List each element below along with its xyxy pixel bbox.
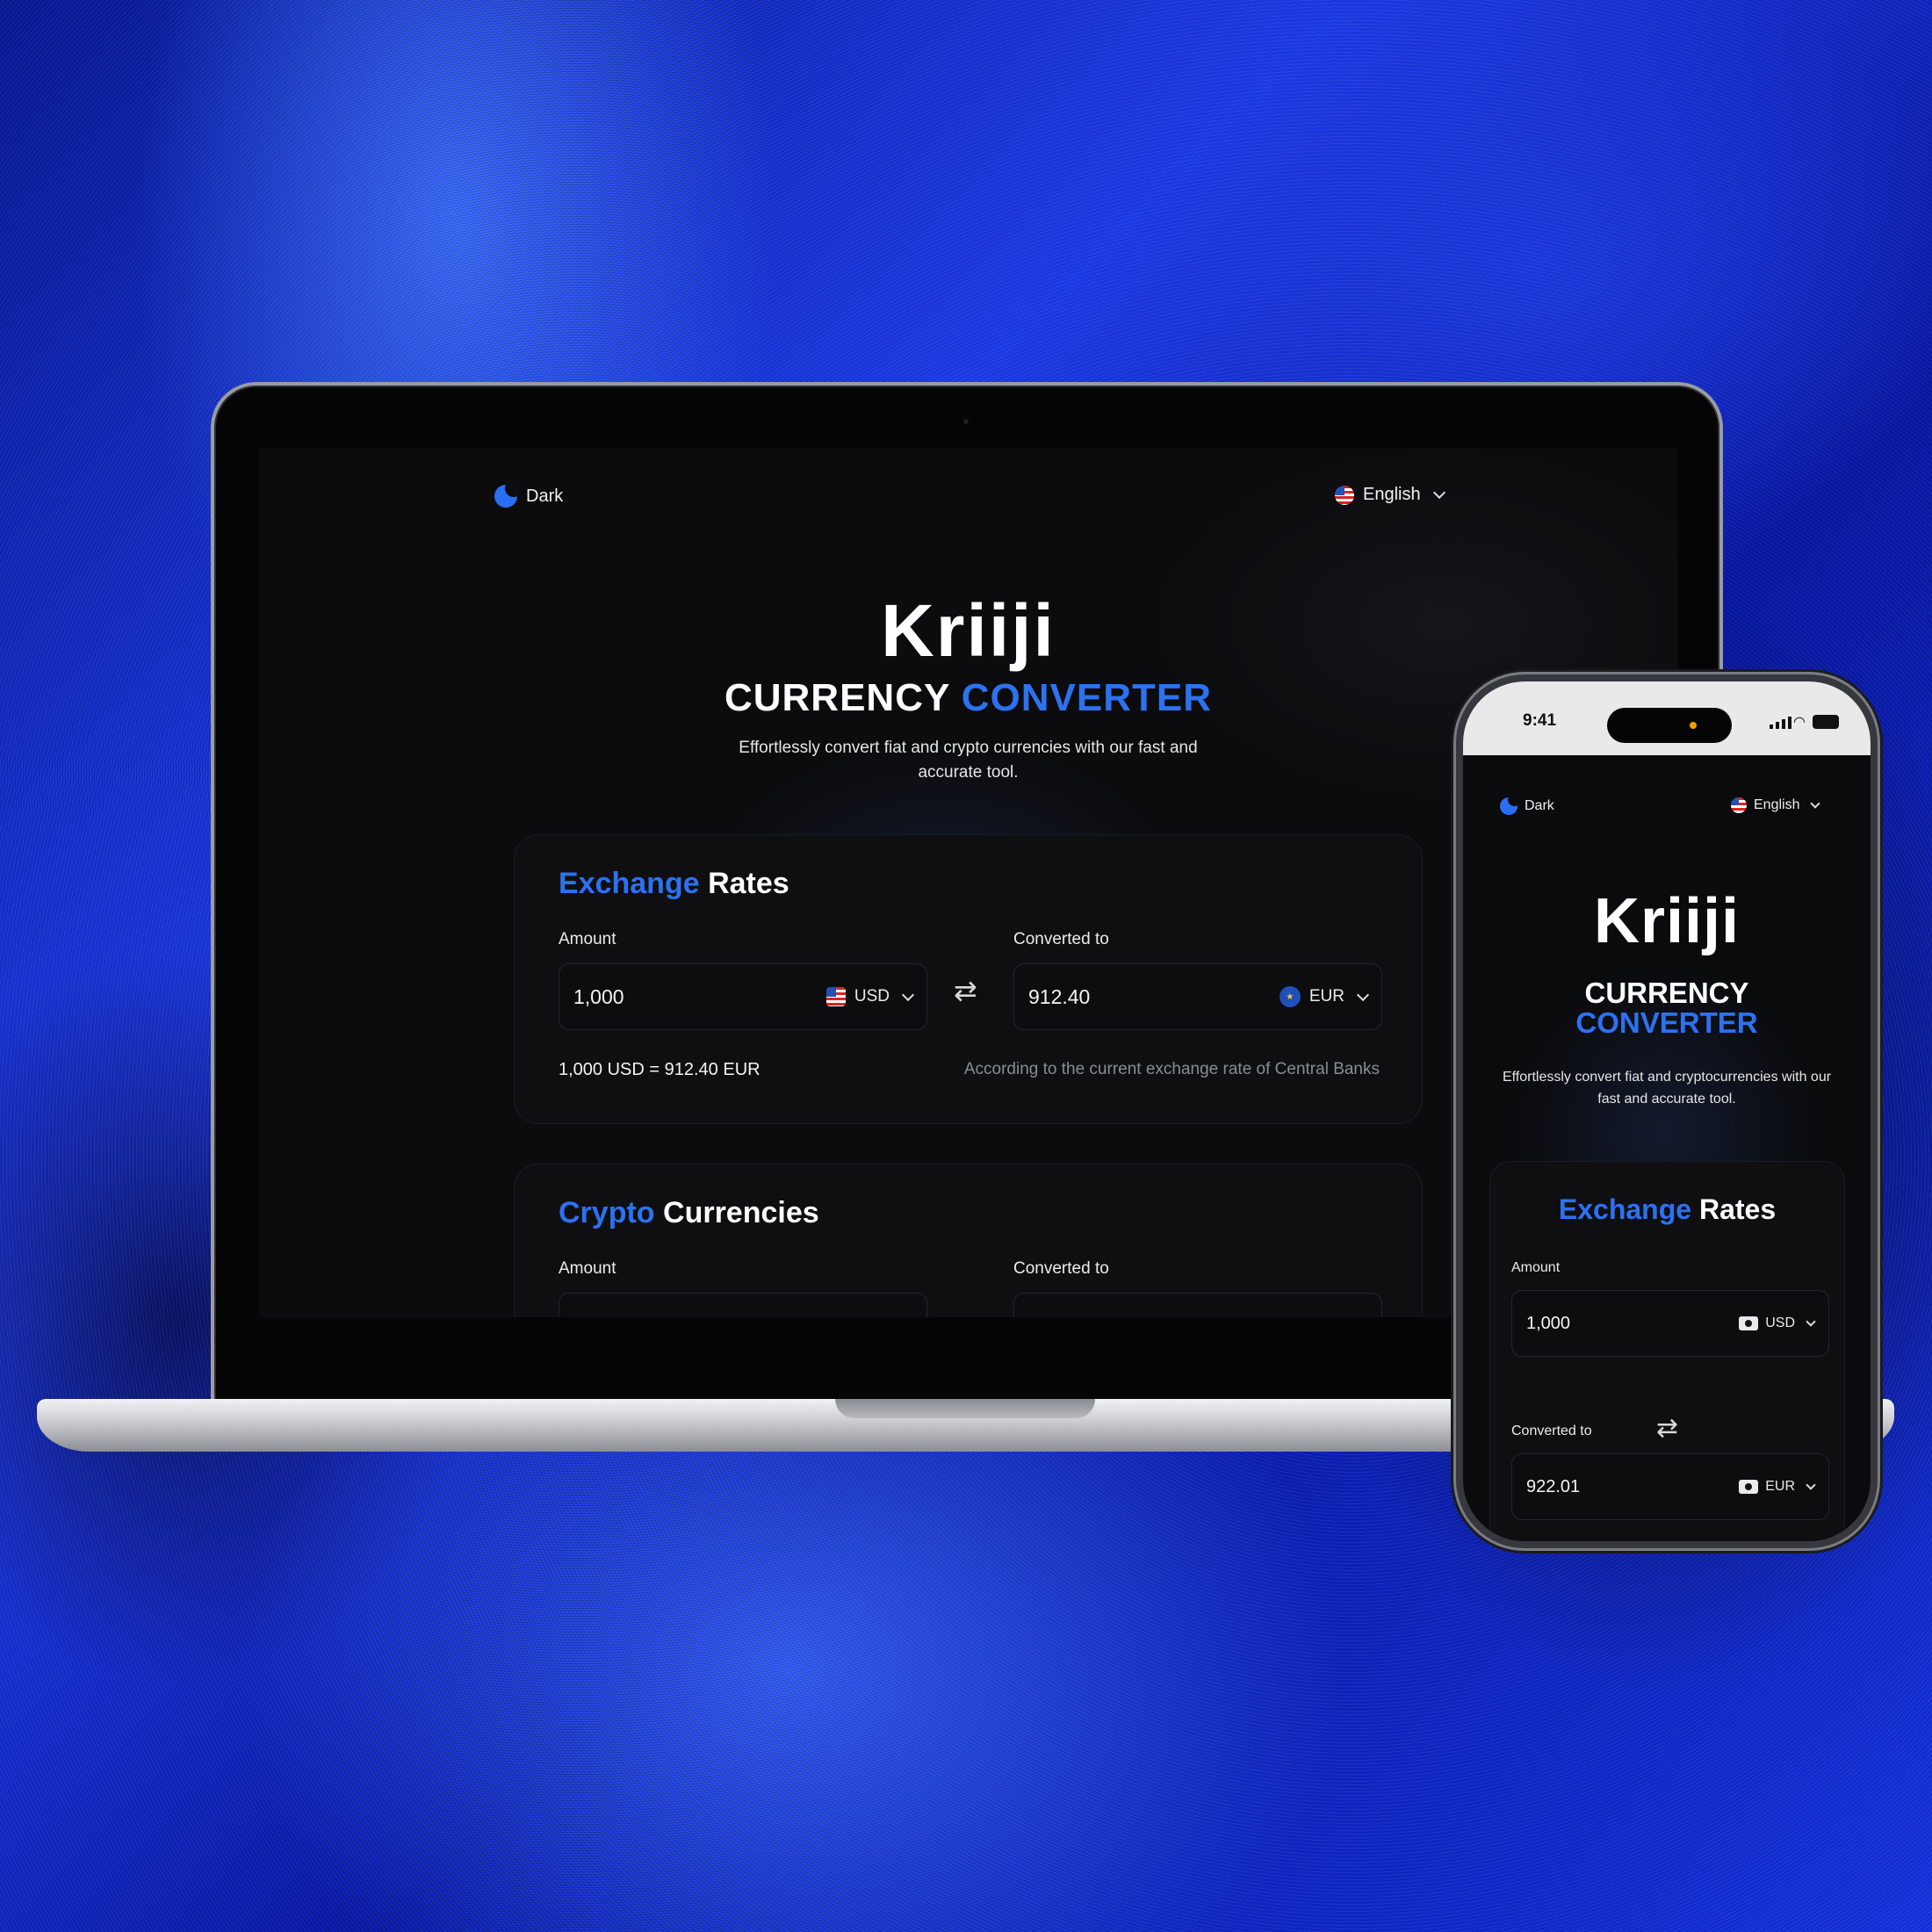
phone-exchange-card: Exchange Rates Amount 1,000 USD ⇄ Conver… — [1489, 1161, 1845, 1541]
rate-note: According to the current exchange rate o… — [963, 1060, 1380, 1078]
camera-indicator — [1690, 722, 1697, 729]
battery-icon — [1813, 715, 1839, 729]
amount-currency-code: USD — [854, 987, 890, 1006]
crypto-card-title: Crypto Currencies — [559, 1196, 819, 1230]
converted-input[interactable]: 912.40 ★ EUR — [1013, 963, 1382, 1030]
status-time: 9:41 — [1523, 711, 1557, 730]
wifi-icon: ◠ — [1793, 715, 1806, 730]
phone-headline-line1: CURRENCY — [1584, 977, 1749, 1009]
phone-amount-currency-select[interactable]: USD — [1739, 1316, 1816, 1331]
laptop-notch — [835, 1399, 1095, 1418]
exchange-card-title: Exchange Rates — [559, 867, 789, 901]
phone-converted-label: Converted to — [1511, 1424, 1592, 1438]
phone-title-rest: Rates — [1698, 1193, 1777, 1225]
phone-converted-value: 922.01 — [1526, 1476, 1581, 1496]
converted-value: 912.40 — [1028, 984, 1091, 1008]
us-flag-icon — [825, 987, 846, 1006]
moon-icon — [1500, 797, 1517, 815]
phone-amount-currency: USD — [1765, 1316, 1795, 1330]
phone-amount-input[interactable]: 1,000 USD — [1511, 1290, 1829, 1357]
phone-converted-currency: EUR — [1765, 1479, 1795, 1494]
signal-icon — [1770, 717, 1791, 729]
phone-converted-currency-select[interactable]: EUR — [1739, 1479, 1816, 1495]
eu-flag-icon: ★ — [1279, 986, 1301, 1007]
cash-icon — [1739, 1316, 1759, 1330]
phone-theme-toggle[interactable]: Dark — [1500, 797, 1554, 815]
phone-amount-value: 1,000 — [1526, 1313, 1571, 1333]
phone-subtitle: Effortlessly convert fiat and cryptocurr… — [1502, 1070, 1832, 1107]
amount-input[interactable]: 1,000 USD — [559, 963, 927, 1030]
cash-icon — [1739, 1480, 1759, 1494]
chevron-down-icon — [1806, 1316, 1816, 1327]
us-flag-icon — [1731, 797, 1747, 813]
converted-label: Converted to — [1013, 930, 1109, 948]
chevron-down-icon — [901, 988, 915, 1001]
converted-currency-code: EUR — [1308, 987, 1344, 1006]
theme-toggle[interactable]: Dark — [494, 485, 563, 508]
converted-currency-select[interactable]: ★ EUR — [1279, 986, 1370, 1007]
crypto-amount-input[interactable] — [559, 1293, 927, 1317]
headline-part1: CURRENCY — [724, 676, 950, 719]
swap-arrows-icon[interactable]: ⇄ — [954, 974, 977, 1007]
theme-label: Dark — [526, 486, 564, 506]
chevron-down-icon — [1356, 988, 1370, 1001]
crypto-title-highlight: Crypto — [559, 1196, 655, 1229]
phone-converted-input[interactable]: 922.01 EUR — [1511, 1453, 1829, 1520]
language-label: English — [1363, 485, 1421, 504]
page-subtitle: Effortlessly convert fiat and crypto cur… — [739, 739, 1198, 782]
amount-value: 1,000 — [573, 984, 624, 1008]
crypto-converted-label: Converted to — [1013, 1259, 1109, 1278]
phone-language-selector[interactable]: English — [1731, 797, 1821, 813]
us-flag-icon — [1335, 485, 1354, 505]
language-selector[interactable]: English — [1335, 485, 1445, 505]
exchange-rates-card: Exchange Rates Amount Converted to 1,000… — [514, 834, 1423, 1124]
phone-headline-line2: CONVERTER — [1575, 1006, 1758, 1039]
chevron-down-icon — [1806, 1479, 1816, 1490]
crypto-converted-input[interactable] — [1013, 1293, 1382, 1317]
laptop-camera — [963, 419, 969, 424]
crypto-title-rest: Currencies — [663, 1196, 819, 1229]
exchange-title-rest: Rates — [708, 867, 789, 900]
brand-title: Kriiji — [881, 589, 1056, 672]
phone-theme-label: Dark — [1525, 798, 1554, 813]
dynamic-island — [1607, 708, 1732, 743]
exchange-title-highlight: Exchange — [559, 867, 700, 900]
headline-part2: CONVERTER — [961, 676, 1213, 719]
phone-device: 9:41 ◠ Dark English Kriiji CURRENCY CONV… — [1456, 674, 1878, 1548]
chevron-down-icon — [1432, 486, 1445, 500]
crypto-currencies-card: Crypto Currencies Amount Converted to — [514, 1164, 1423, 1317]
phone-amount-label: Amount — [1511, 1260, 1561, 1275]
rate-equation: 1,000 USD = 912.40 EUR — [559, 1060, 761, 1079]
chevron-down-icon — [1810, 797, 1821, 809]
amount-label: Amount — [559, 930, 616, 948]
amount-currency-select[interactable]: USD — [825, 987, 915, 1006]
phone-card-title: Exchange Rates — [1490, 1193, 1844, 1226]
moon-icon — [494, 485, 517, 508]
status-bar: 9:41 ◠ — [1463, 681, 1871, 755]
crypto-amount-label: Amount — [559, 1259, 616, 1278]
phone-screen: Dark English Kriiji CURRENCY CONVERTER E… — [1463, 755, 1871, 1541]
phone-brand-title: Kriiji — [1593, 886, 1741, 956]
phone-title-highlight: Exchange — [1558, 1193, 1692, 1225]
phone-language-label: English — [1754, 797, 1800, 812]
